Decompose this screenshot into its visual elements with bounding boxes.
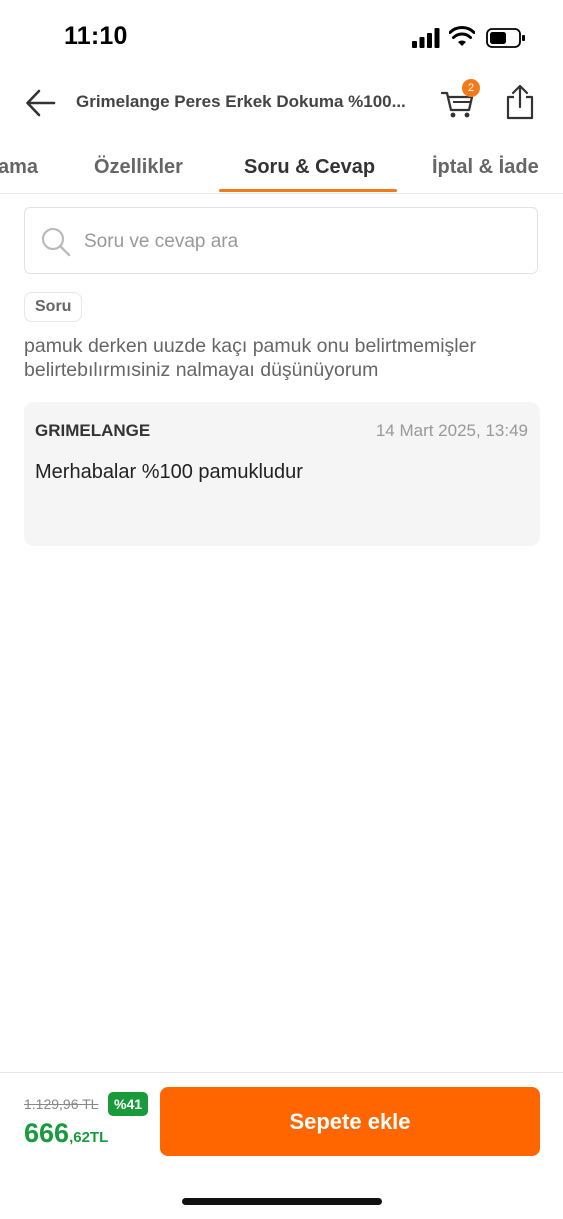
cellular-signal-icon: [412, 28, 440, 48]
add-to-cart-button[interactable]: Sepete ekle: [160, 1087, 540, 1156]
active-tab-indicator: [219, 189, 397, 192]
cart-count-badge: 2: [462, 79, 480, 97]
old-price: 1.129,96 TL: [24, 1096, 99, 1112]
back-arrow-icon[interactable]: [24, 86, 58, 120]
answer-date: 14 Mart 2025, 13:49: [375, 421, 528, 440]
tabs-divider: [0, 193, 563, 194]
tab-features[interactable]: Özellikler: [94, 156, 183, 179]
status-time: 11:10: [64, 22, 128, 50]
search-icon: [41, 227, 71, 257]
battery-icon: [486, 28, 525, 48]
share-icon[interactable]: [505, 84, 535, 120]
tab-cancel-return[interactable]: İptal & İade: [432, 156, 539, 179]
product-title: Grimelange Peres Erkek Dokuma %100...: [76, 92, 406, 111]
discount-badge: %41: [108, 1092, 149, 1116]
question-text: pamuk derken uuzde kaçı pamuk onu belirt…: [24, 335, 476, 381]
current-price: 666,62TL: [24, 1118, 108, 1149]
answer-text: Merhabalar %100 pamukludur: [35, 461, 303, 483]
price-main: 666: [24, 1118, 70, 1148]
tab-questions-answers[interactable]: Soru & Cevap: [244, 156, 375, 179]
seller-name: GRIMELANGE: [35, 421, 151, 440]
home-indicator[interactable]: [182, 1198, 382, 1205]
search-input[interactable]: [84, 230, 514, 254]
question-badge: Soru: [24, 292, 83, 322]
bottom-bar-divider: [0, 1072, 563, 1073]
tab-description[interactable]: ama: [0, 156, 38, 179]
wifi-icon: [449, 26, 475, 46]
price-decimal: ,62TL: [69, 1129, 109, 1146]
